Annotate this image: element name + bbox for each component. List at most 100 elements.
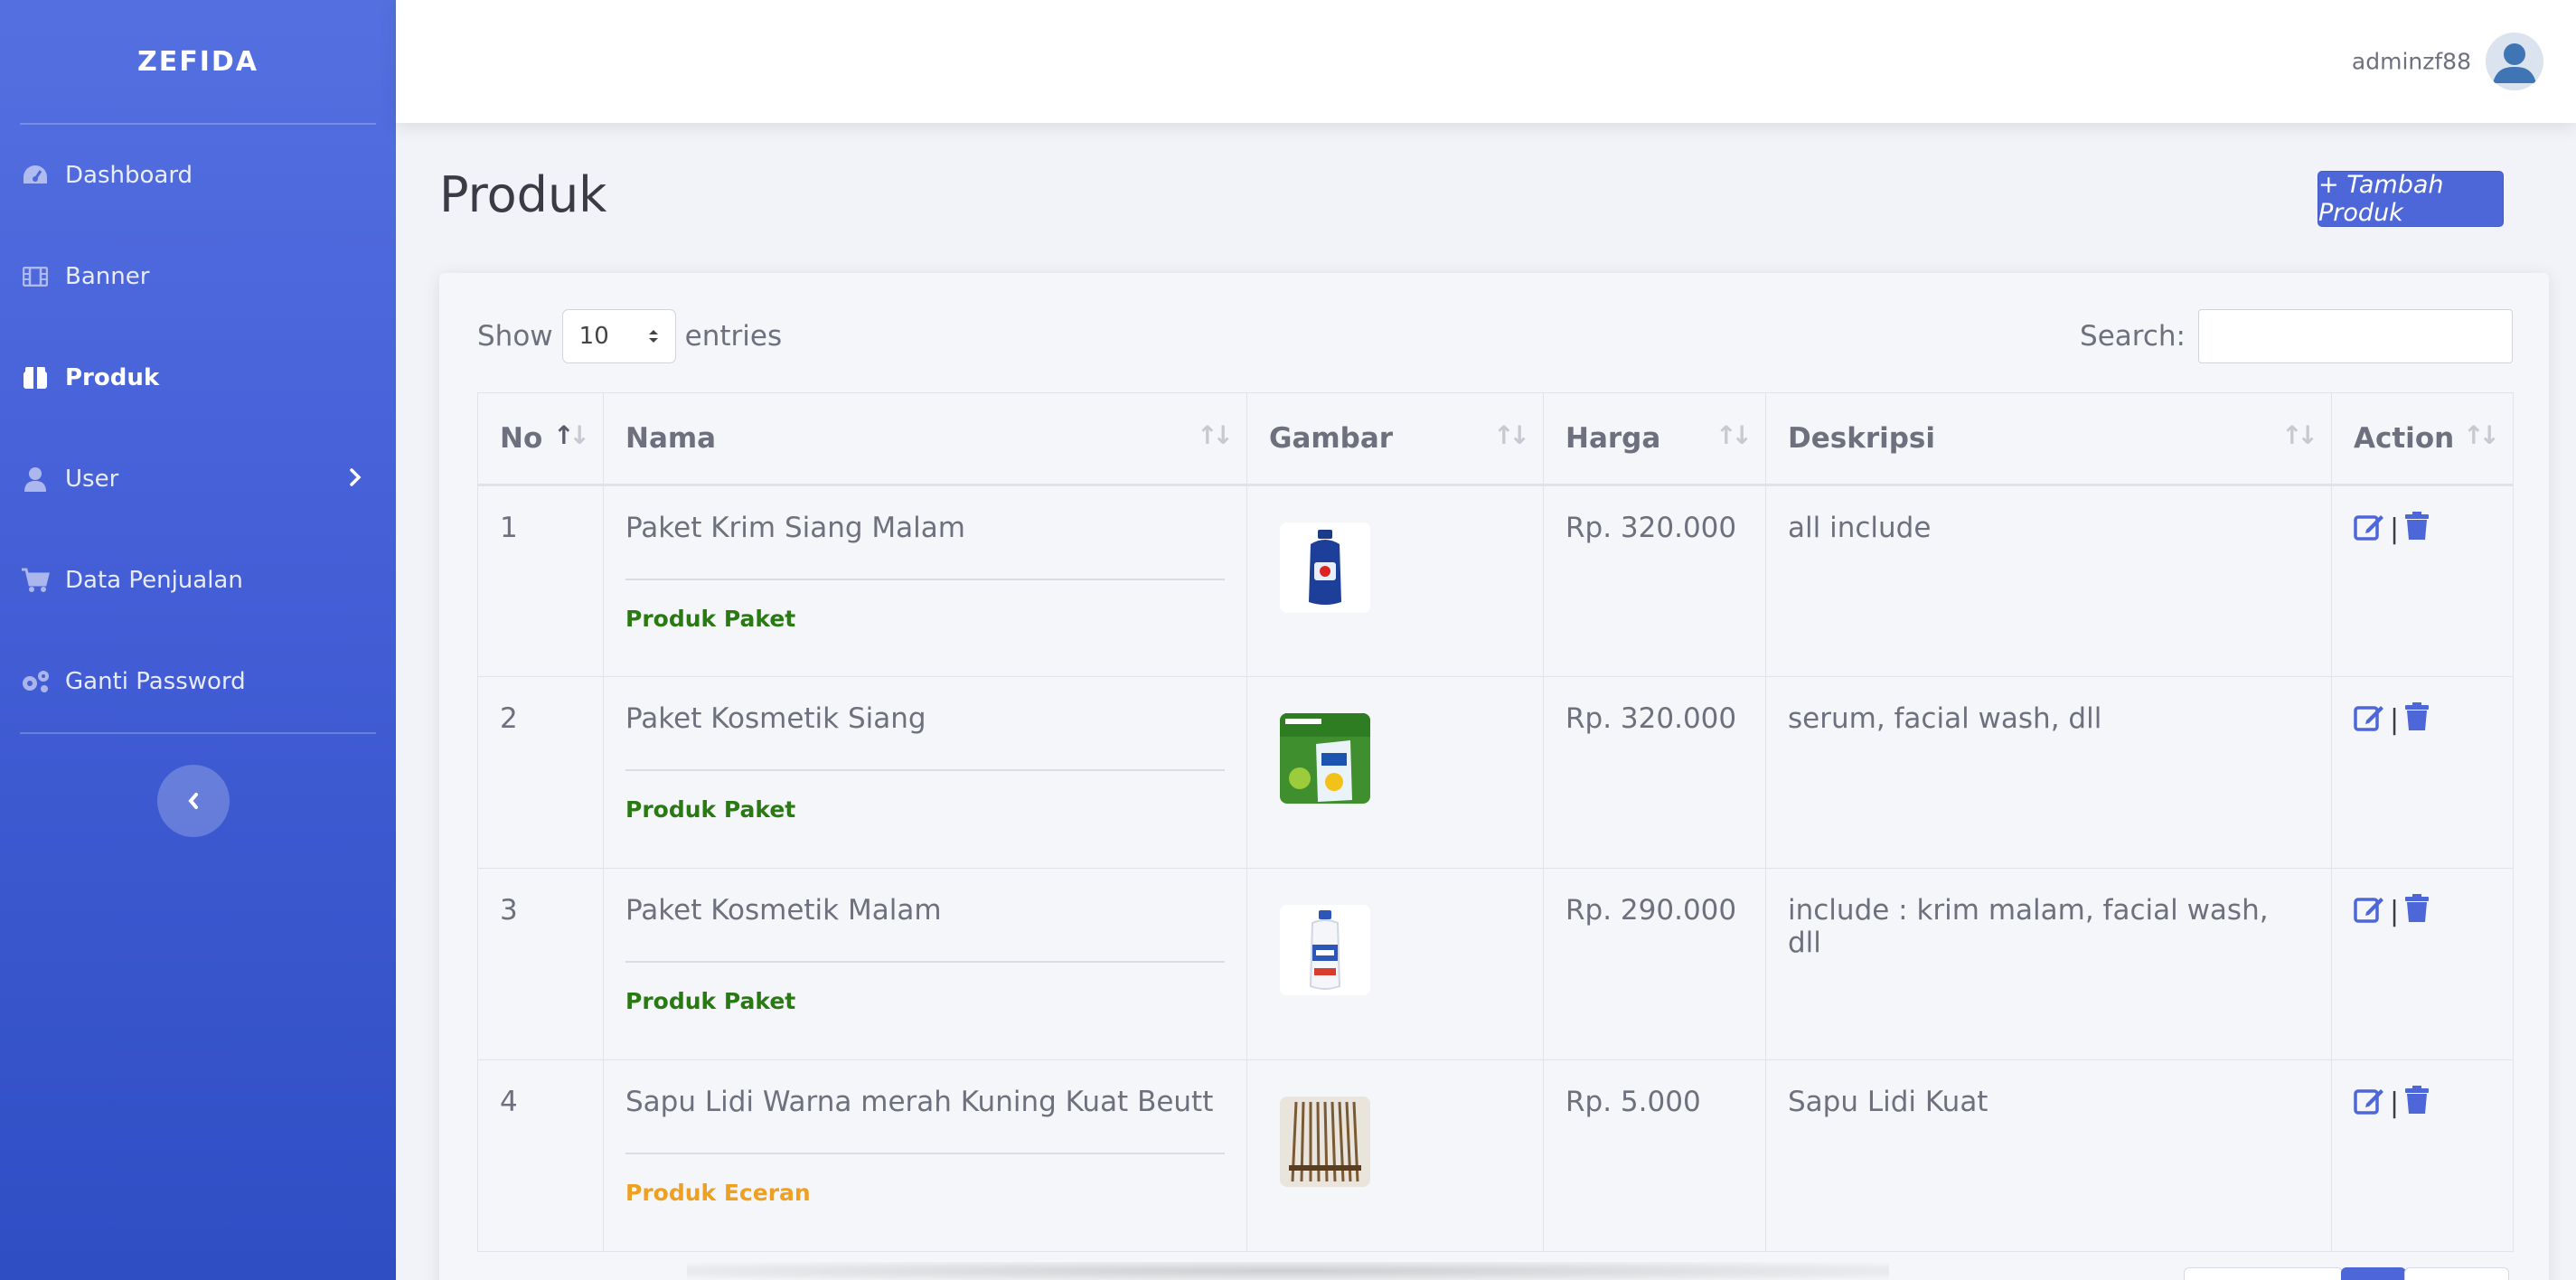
- cell-no: 3: [477, 868, 604, 1060]
- edit-icon[interactable]: [2354, 702, 2384, 738]
- search-label: Search:: [2080, 320, 2186, 353]
- trash-icon[interactable]: [2404, 702, 2430, 738]
- cell-harga: Rp. 290.000: [1543, 868, 1766, 1060]
- cell-deskripsi: include : krim malam, facial wash, dll: [1765, 868, 2332, 1060]
- column-header-nama[interactable]: Nama ↑↓: [603, 392, 1247, 486]
- sidebar-item-label: Ganti Password: [65, 668, 246, 695]
- sidebar-item-produk[interactable]: Produk: [0, 327, 396, 428]
- cell-gambar: [1246, 1059, 1544, 1252]
- product-name: Paket Kosmetik Malam: [625, 894, 942, 927]
- search-input[interactable]: [2198, 309, 2513, 363]
- box-icon: [20, 362, 51, 393]
- product-image[interactable]: [1280, 713, 1370, 804]
- cell-gambar: [1246, 868, 1544, 1060]
- cell-gambar: [1246, 485, 1544, 677]
- sidebar-toggle-button[interactable]: [157, 765, 230, 837]
- sidebar-item-ganti-password[interactable]: Ganti Password: [0, 631, 396, 732]
- product-name: Sapu Lidi Warna merah Kuning Kuat Beutt: [625, 1086, 1214, 1118]
- name-divider: [625, 1153, 1225, 1154]
- action-separator: |: [2390, 704, 2400, 736]
- sort-icon: ↑↓: [1716, 420, 1753, 451]
- name-divider: [625, 961, 1225, 963]
- cell-no: 1: [477, 485, 604, 677]
- sort-icon: ↑↓: [2463, 420, 2500, 451]
- table-row: 1 Paket Krim Siang Malam Produk Paket Rp…: [477, 485, 2514, 677]
- column-header-deskripsi[interactable]: Deskripsi ↑↓: [1765, 392, 2332, 486]
- product-name: Paket Kosmetik Siang: [625, 702, 926, 735]
- cell-harga: Rp. 320.000: [1543, 485, 1766, 677]
- category-tag: Produk Paket: [625, 988, 796, 1014]
- category-tag: Produk Paket: [625, 796, 796, 823]
- cell-nama: Paket Kosmetik Siang Produk Paket: [603, 676, 1247, 869]
- entries-control: Show 10 entries: [477, 309, 782, 363]
- table-row: 3 Paket Kosmetik Malam Produk Paket Rp. …: [477, 868, 2514, 1060]
- product-name: Paket Krim Siang Malam: [625, 512, 965, 544]
- pagination-current-page[interactable]: [2341, 1267, 2406, 1280]
- product-image[interactable]: [1280, 1096, 1370, 1187]
- sidebar-item-dashboard[interactable]: Dashboard: [0, 125, 396, 226]
- trash-icon[interactable]: [2404, 512, 2430, 547]
- toast-shadow: [687, 1262, 1889, 1280]
- cell-nama: Paket Krim Siang Malam Produk Paket: [603, 485, 1247, 677]
- dashboard-icon: [20, 160, 51, 191]
- category-tag: Produk Paket: [625, 606, 796, 632]
- column-header-action[interactable]: Action ↑↓: [2331, 392, 2514, 486]
- product-table: No ↑↓ Nama ↑↓ Gambar ↑↓ Harga ↑↓ Deskripsi ↑↓…: [477, 392, 2514, 1252]
- sidebar-item-data-penjualan[interactable]: Data Penjualan: [0, 530, 396, 631]
- search-control: Search:: [2080, 309, 2513, 363]
- sort-icon: ↑↓: [1493, 420, 1530, 451]
- cell-no: 4: [477, 1059, 604, 1252]
- cell-action: |: [2331, 485, 2514, 677]
- action-separator: |: [2390, 1087, 2400, 1119]
- column-header-harga[interactable]: Harga ↑↓: [1543, 392, 1766, 486]
- table-row: 4 Sapu Lidi Warna merah Kuning Kuat Beut…: [477, 1059, 2514, 1252]
- sort-asc-icon: ↑↓: [553, 420, 590, 451]
- pagination-next[interactable]: [2404, 1267, 2509, 1280]
- column-header-gambar[interactable]: Gambar ↑↓: [1246, 392, 1544, 486]
- add-product-button[interactable]: + Tambah Produk: [2317, 171, 2504, 227]
- column-header-no[interactable]: No ↑↓: [477, 392, 604, 486]
- user-icon: [20, 464, 51, 494]
- page-title: Produk: [439, 166, 607, 223]
- table-row: 2 Paket Kosmetik Siang Produk Paket Rp. …: [477, 676, 2514, 869]
- sidebar-item-label: Banner: [65, 263, 150, 290]
- cell-deskripsi: Sapu Lidi Kuat: [1765, 1059, 2332, 1252]
- sidebar-item-label: Produk: [65, 364, 160, 391]
- sidebar: ZEFIDA Dashboard Banner Produk User Data…: [0, 0, 396, 1280]
- edit-icon[interactable]: [2354, 894, 2384, 929]
- edit-icon[interactable]: [2354, 512, 2384, 547]
- sidebar-item-banner[interactable]: Banner: [0, 226, 396, 327]
- entries-select[interactable]: 10: [561, 309, 676, 363]
- edit-icon[interactable]: [2354, 1086, 2384, 1121]
- avatar[interactable]: [2486, 33, 2543, 90]
- show-label: Show: [477, 320, 553, 353]
- action-separator: |: [2390, 513, 2400, 545]
- user-name[interactable]: adminzf88: [2352, 49, 2471, 75]
- action-separator: |: [2390, 896, 2400, 927]
- category-tag: Produk Eceran: [625, 1180, 811, 1206]
- name-divider: [625, 579, 1225, 580]
- sidebar-item-label: Data Penjualan: [65, 567, 243, 594]
- sidebar-item-user[interactable]: User: [0, 428, 396, 530]
- trash-icon[interactable]: [2404, 1086, 2430, 1121]
- product-image[interactable]: [1280, 905, 1370, 995]
- cell-action: |: [2331, 676, 2514, 869]
- pagination-previous[interactable]: [2184, 1267, 2343, 1280]
- film-icon: [20, 261, 51, 292]
- cell-nama: Paket Kosmetik Malam Produk Paket: [603, 868, 1247, 1060]
- sidebar-item-label: Dashboard: [65, 162, 193, 189]
- cell-deskripsi: serum, facial wash, dll: [1765, 676, 2332, 869]
- table-header-row: No ↑↓ Nama ↑↓ Gambar ↑↓ Harga ↑↓ Deskripsi ↑↓…: [477, 392, 2514, 486]
- cell-harga: Rp. 5.000: [1543, 1059, 1766, 1252]
- brand-logo[interactable]: ZEFIDA: [0, 0, 396, 123]
- chevron-left-icon: [188, 793, 198, 809]
- select-arrows-icon: [648, 330, 658, 343]
- trash-icon[interactable]: [2404, 894, 2430, 929]
- product-table-card: Show 10 entries Search: No ↑↓ Nama ↑↓ Gamb…: [439, 273, 2549, 1280]
- cell-action: |: [2331, 1059, 2514, 1252]
- cart-icon: [20, 565, 51, 596]
- product-image[interactable]: [1280, 522, 1370, 613]
- cell-nama: Sapu Lidi Warna merah Kuning Kuat Beutt …: [603, 1059, 1247, 1252]
- cogs-icon: [20, 666, 51, 697]
- cell-gambar: [1246, 676, 1544, 869]
